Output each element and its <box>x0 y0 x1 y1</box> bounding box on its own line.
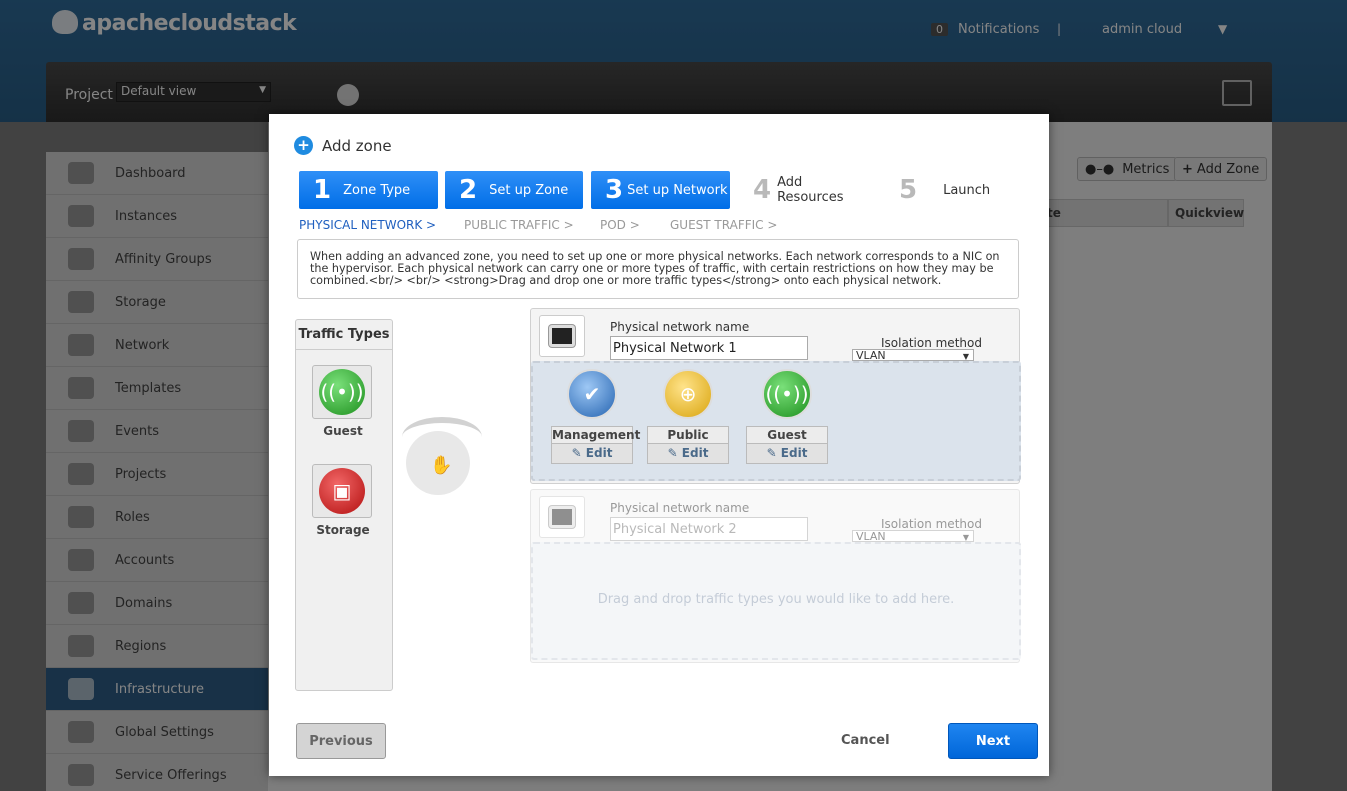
isolation-method-label: Isolation method <box>881 336 982 350</box>
clipboard-icon: ✔ <box>567 369 617 419</box>
add-icon: + <box>294 136 313 155</box>
edit-icon: ✎ <box>571 446 586 460</box>
step-launch: 5 Launch <box>899 175 991 205</box>
hand-icon: ✋ <box>430 455 453 476</box>
step-set-up-network: 3 Set up Network <box>591 171 730 209</box>
wireless-icon: ((•)) <box>319 369 365 415</box>
edit-management-button[interactable]: ✎ Edit <box>551 444 633 464</box>
traffic-type-guest-box: ((•)) <box>312 365 372 419</box>
network-port-icon <box>539 315 585 357</box>
traffic-types-panel: Traffic Types ((•)) Guest ▣ Storage <box>295 319 393 691</box>
drop-hint-text: Drag and drop traffic types you would li… <box>597 592 955 607</box>
step-add-resources: 4 Add Resources <box>753 175 844 205</box>
physical-network-name-label: Physical network name <box>610 320 750 334</box>
traffic-types-title: Traffic Types <box>296 320 392 350</box>
storage-icon: ▣ <box>319 468 365 514</box>
traffic-guest[interactable]: ((•)) Guest ✎ Edit <box>746 369 828 464</box>
chevron-down-icon: ▼ <box>962 533 969 542</box>
traffic-management[interactable]: ✔ Management ✎ Edit <box>551 369 641 464</box>
info-description: When adding an advanced zone, you need t… <box>297 239 1019 299</box>
traffic-type-storage[interactable]: ▣ Storage <box>312 464 374 537</box>
physical-network-2-name-input[interactable] <box>610 517 808 541</box>
traffic-guest-label: Guest <box>746 426 828 444</box>
edit-icon: ✎ <box>667 446 682 460</box>
traffic-type-storage-label: Storage <box>316 523 370 537</box>
globe-icon: ⊕ <box>663 369 713 419</box>
step-zone-type: 1 Zone Type <box>299 171 438 209</box>
traffic-type-guest[interactable]: ((•)) Guest <box>312 365 374 438</box>
chevron-down-icon: ▼ <box>962 352 969 361</box>
wireless-icon: ((•)) <box>762 369 812 419</box>
traffic-drop-zone[interactable]: ✔ Management ✎ Edit ⊕ Public ✎ Edit ((•)… <box>531 361 1021 481</box>
step-set-up-zone: 2 Set up Zone <box>445 171 583 209</box>
cancel-button[interactable]: Cancel <box>841 733 890 748</box>
isolation-method-select[interactable]: VLAN ▼ <box>852 530 974 542</box>
traffic-public-label: Public <box>647 426 729 444</box>
physical-network-1-header: Physical network name Isolation method V… <box>531 309 1019 361</box>
physical-network-2-header: Physical network name Isolation method V… <box>531 490 1019 542</box>
edit-guest-button[interactable]: ✎ Edit <box>746 444 828 464</box>
substep-guest-traffic: GUEST TRAFFIC > <box>670 218 778 232</box>
physical-network-name-input[interactable] <box>610 336 808 360</box>
dialog-title: + Add zone <box>294 136 392 155</box>
traffic-management-label: Management <box>551 426 641 444</box>
traffic-type-storage-box: ▣ <box>312 464 372 518</box>
physical-network-name-label: Physical network name <box>610 501 750 515</box>
next-button[interactable]: Next <box>948 723 1038 759</box>
physical-network-2: Physical network name Isolation method V… <box>530 489 1021 663</box>
substep-physical-network: PHYSICAL NETWORK > <box>299 218 437 232</box>
traffic-public[interactable]: ⊕ Public ✎ Edit <box>647 369 729 464</box>
traffic-type-guest-label: Guest <box>323 424 363 438</box>
edit-public-button[interactable]: ✎ Edit <box>647 444 729 464</box>
port-shape <box>549 325 575 347</box>
physical-network-1: Physical network name Isolation method V… <box>530 308 1021 484</box>
substep-public-traffic: PUBLIC TRAFFIC > <box>464 218 574 232</box>
network-port-icon <box>539 496 585 538</box>
traffic-drop-zone-2[interactable]: Drag and drop traffic types you would li… <box>531 542 1021 660</box>
edit-icon: ✎ <box>766 446 781 460</box>
previous-button[interactable]: Previous <box>296 723 386 759</box>
add-zone-dialog: + Add zone 1 Zone Type 2 Set up Zone 3 Set … <box>269 114 1049 776</box>
isolation-method-label: Isolation method <box>881 517 982 531</box>
isolation-method-select[interactable]: VLAN ▼ <box>852 349 974 361</box>
substep-pod: POD > <box>600 218 640 232</box>
drag-hint-arrow-icon: ✋ <box>402 417 497 495</box>
port-shape <box>549 506 575 528</box>
